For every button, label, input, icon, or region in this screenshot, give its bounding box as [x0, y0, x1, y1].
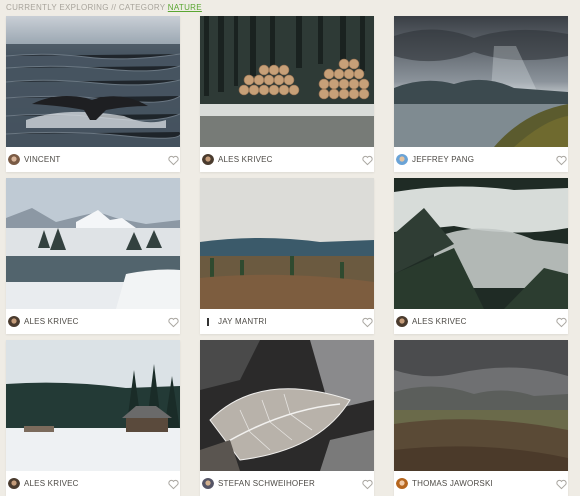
- heart-icon[interactable]: [362, 477, 373, 490]
- author-name[interactable]: JEFFREY PANG: [412, 155, 474, 164]
- photo-cabin[interactable]: [6, 340, 180, 471]
- author-name[interactable]: STEFAN SCHWEIHOFER: [218, 479, 315, 488]
- photo-meta: ALES KRIVEC: [6, 471, 180, 496]
- photo-meta: JEFFREY PANG: [394, 147, 568, 172]
- photo-card[interactable]: ALES KRIVEC: [6, 340, 180, 496]
- author-name[interactable]: JAY MANTRI: [218, 317, 267, 326]
- photo-moorland[interactable]: [394, 340, 568, 471]
- photo-meta: VINCENT: [6, 147, 180, 172]
- photo-card[interactable]: STEFAN SCHWEIHOFER: [200, 340, 374, 496]
- photo-card[interactable]: JEFFREY PANG: [394, 16, 568, 172]
- photo-meta: STEFAN SCHWEIHOFER: [200, 471, 374, 496]
- avatar[interactable]: [202, 153, 214, 165]
- photo-meta: ALES KRIVEC: [394, 309, 568, 334]
- photo-card[interactable]: THOMAS JAWORSKI: [394, 340, 568, 496]
- author-name[interactable]: ALES KRIVEC: [218, 155, 273, 164]
- photo-card[interactable]: ALES KRIVEC: [200, 16, 374, 172]
- avatar[interactable]: [8, 315, 20, 327]
- photo-meta: JAY MANTRI: [200, 309, 374, 334]
- photo-card[interactable]: ALES KRIVEC: [6, 178, 180, 334]
- avatar[interactable]: [202, 315, 214, 327]
- author-name[interactable]: ALES KRIVEC: [412, 317, 467, 326]
- photo-card[interactable]: JAY MANTRI: [200, 178, 374, 334]
- photo-autumn-forest[interactable]: [200, 178, 374, 309]
- avatar[interactable]: [396, 153, 408, 165]
- heart-icon[interactable]: [362, 153, 373, 166]
- heart-icon[interactable]: [556, 153, 567, 166]
- avatar[interactable]: [8, 477, 20, 489]
- avatar[interactable]: [396, 315, 408, 327]
- photo-logs[interactable]: [200, 16, 374, 147]
- photo-meta: THOMAS JAWORSKI: [394, 471, 568, 496]
- author-name[interactable]: ALES KRIVEC: [24, 479, 79, 488]
- photo-grid: VINCENT ALES KRIVEC JEFFREY PANG ALES KR…: [0, 0, 580, 496]
- photo-stormy-lake[interactable]: [394, 16, 568, 147]
- heart-icon[interactable]: [556, 477, 567, 490]
- heart-icon[interactable]: [556, 315, 567, 328]
- heart-icon[interactable]: [168, 315, 179, 328]
- photo-card[interactable]: VINCENT: [6, 16, 180, 172]
- avatar[interactable]: [8, 153, 20, 165]
- avatar[interactable]: [202, 477, 214, 489]
- photo-card[interactable]: ALES KRIVEC: [394, 178, 568, 334]
- heart-icon[interactable]: [362, 315, 373, 328]
- photo-meta: ALES KRIVEC: [200, 147, 374, 172]
- author-name[interactable]: ALES KRIVEC: [24, 317, 79, 326]
- photo-foggy-valley[interactable]: [394, 178, 568, 309]
- author-name[interactable]: VINCENT: [24, 155, 61, 164]
- avatar[interactable]: [396, 477, 408, 489]
- heart-icon[interactable]: [168, 153, 179, 166]
- photo-snowy-lake[interactable]: [6, 178, 180, 309]
- photo-meta: ALES KRIVEC: [6, 309, 180, 334]
- photo-frosted-leaves[interactable]: [200, 340, 374, 471]
- author-name[interactable]: THOMAS JAWORSKI: [412, 479, 493, 488]
- heart-icon[interactable]: [168, 477, 179, 490]
- photo-whale-tail[interactable]: [6, 16, 180, 147]
